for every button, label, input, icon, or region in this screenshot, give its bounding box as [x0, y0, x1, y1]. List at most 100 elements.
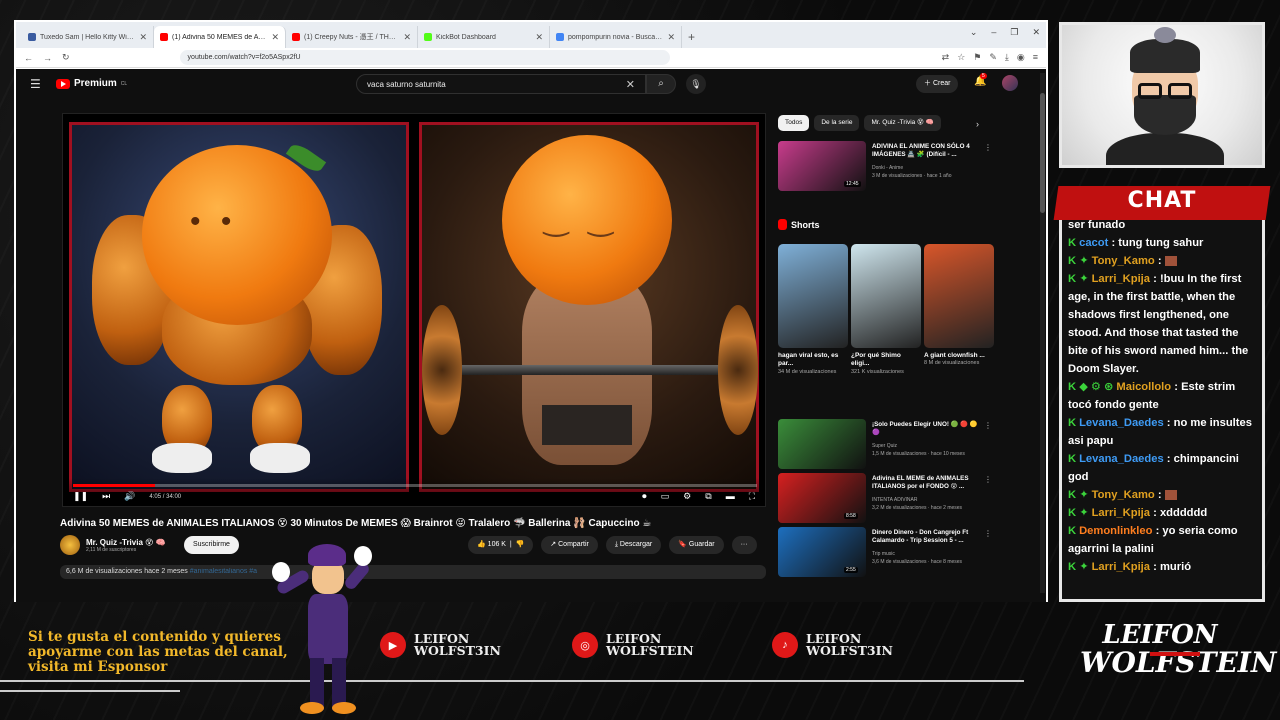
filter-chip[interactable]: Mr. Quiz -Trivia 😵 🧠 — [864, 115, 941, 131]
list-item[interactable]: 12:45 ADIVINA EL ANIME CON SÓLO 4 IMÁGENE… — [778, 141, 992, 191]
short-item[interactable]: A giant clownfish ... 8 M de visualizacio… — [924, 244, 994, 368]
progress-bar[interactable] — [73, 484, 757, 487]
avatar[interactable] — [1002, 75, 1018, 91]
autoplay-toggle[interactable]: ⏺ — [642, 491, 647, 502]
volume-icon[interactable]: 🔊 — [124, 491, 135, 502]
close-icon[interactable]: ✕ — [139, 32, 147, 43]
subscribe-button[interactable]: Suscribirme — [184, 536, 239, 554]
new-tab-button[interactable]: + — [682, 30, 701, 48]
browser-tab[interactable]: pompompurin novia - Buscar con Google ✕ — [550, 26, 682, 48]
browser-tab[interactable]: (1) Adivina 50 MEMES de ANIMA... ✕ — [154, 26, 286, 48]
video-player[interactable]: • • ‿ ‿ ❚❚ ⏭ 🔊 4:05 / 34:00 ⏺ ▭ ⚙ ⧉ ▬ ⛶ — [62, 113, 766, 507]
next-icon[interactable]: ⏭ — [102, 491, 110, 502]
chat-username[interactable]: cacot — [1079, 237, 1108, 249]
hashtags[interactable]: #animalesitalianos #a — [190, 568, 257, 575]
short-thumbnail[interactable] — [778, 244, 848, 348]
translate-icon[interactable]: ⇄ — [942, 52, 950, 63]
close-icon[interactable]: ✕ — [667, 32, 675, 43]
close-icon[interactable]: ✕ — [1032, 27, 1040, 38]
save-button[interactable]: 🔖 Guardar — [669, 536, 724, 554]
video-thumbnail[interactable] — [778, 419, 866, 469]
chat-username[interactable]: Maicollolo — [1116, 381, 1171, 393]
menu-dots-icon[interactable]: ≡ — [1033, 52, 1038, 63]
short-item[interactable]: hagan viral esto, es par... 34 M de visua… — [778, 244, 848, 376]
video-channel[interactable]: Trip music — [872, 551, 895, 557]
short-title[interactable]: A giant clownfish ... — [924, 352, 994, 360]
maximize-icon[interactable]: ❐ — [1010, 27, 1018, 38]
like-button[interactable]: 👍 106 K | 👎 — [468, 536, 534, 554]
youtube-logo[interactable]: Premium CL — [56, 78, 127, 89]
short-title[interactable]: hagan viral esto, es par... — [778, 352, 848, 369]
subtitles-icon[interactable]: ▭ — [661, 491, 670, 502]
channel-avatar[interactable] — [60, 535, 80, 555]
back-icon[interactable]: ← — [24, 53, 33, 63]
video-title[interactable]: ADIVINA EL ANIME CON SÓLO 4 IMÁGENES 🏯 🧩… — [872, 143, 980, 159]
video-title[interactable]: Adivina EL MEME de ANIMALES ITALIANOS po… — [872, 475, 980, 491]
miniplayer-icon[interactable]: ⧉ — [705, 491, 711, 502]
filter-chip[interactable]: Todos — [778, 115, 810, 131]
video-title[interactable]: Dinero Dinero - Don Cangrejo Ft Calamard… — [872, 529, 980, 545]
short-title[interactable]: ¿Por qué Shimo eligi... — [851, 352, 921, 369]
video-channel[interactable]: Donki - Anime — [872, 165, 903, 171]
profile-icon[interactable]: ◉ — [1017, 52, 1025, 63]
browser-tab[interactable]: Tuxedo Sam | Hello Kitty Wiki | Fandom✕ — [22, 26, 154, 48]
channel-name[interactable]: Mr. Quiz -Trivia 😵 🧠 — [86, 538, 166, 547]
chat-username[interactable]: Tony_Kamo — [1092, 255, 1155, 267]
description-box[interactable]: 6,6 M de visualizaciones hace 2 meses #a… — [60, 565, 766, 579]
create-label: Crear — [932, 80, 951, 87]
close-icon[interactable]: ✕ — [535, 32, 543, 43]
close-icon[interactable]: ✕ — [271, 32, 279, 43]
download-icon[interactable]: ⤓ — [1005, 52, 1009, 63]
short-thumbnail[interactable] — [851, 244, 921, 348]
url-field[interactable]: youtube.com/watch?v=f2o5ASpx2fU — [179, 50, 670, 65]
page-scrollbar[interactable] — [1040, 73, 1045, 593]
thumbs-down-icon[interactable]: 👎 — [516, 541, 525, 548]
chat-username[interactable]: Levana_Daedes — [1079, 417, 1164, 429]
forward-icon[interactable]: → — [43, 53, 52, 63]
short-thumbnail[interactable] — [924, 244, 994, 348]
pause-icon[interactable]: ❚❚ — [73, 491, 88, 502]
chat-username[interactable]: Larri_Kpija — [1092, 273, 1150, 285]
minimize-icon[interactable]: – — [991, 27, 996, 38]
video-channel[interactable]: Super Quiz — [872, 443, 897, 449]
video-title[interactable]: ¡Solo Puedes Elegir UNO! 🟢 🔴 🟡 🟣 — [872, 421, 980, 437]
more-options-icon[interactable]: ⋮ — [984, 421, 992, 430]
more-actions-button[interactable]: ··· — [731, 536, 757, 554]
more-options-icon[interactable]: ⋮ — [984, 143, 992, 152]
chevron-down-icon[interactable]: ⌄ — [970, 27, 978, 38]
search-input[interactable]: vaca saturno saturnita ✕ — [356, 74, 646, 94]
hamburger-menu-icon[interactable]: ☰ — [30, 77, 41, 91]
video-channel[interactable]: INTENTA ADIVINAR — [872, 497, 917, 503]
chat-username[interactable]: Larri_Kpija — [1092, 507, 1150, 519]
browser-tab[interactable]: KickBot Dashboard ✕ — [418, 26, 550, 48]
extension-icon[interactable]: ⚑ — [973, 52, 981, 63]
more-options-icon[interactable]: ⋮ — [984, 475, 992, 484]
reload-icon[interactable]: ↻ — [62, 52, 70, 63]
clear-search-icon[interactable]: ✕ — [626, 78, 635, 91]
search-button[interactable]: ⌕ — [646, 74, 676, 94]
list-item[interactable]: ¡Solo Puedes Elegir UNO! 🟢 🔴 🟡 🟣 Super Qu… — [778, 419, 992, 469]
theater-icon[interactable]: ▬ — [726, 491, 735, 502]
short-item[interactable]: ¿Por qué Shimo eligi... 321 K visualizaci… — [851, 244, 921, 376]
more-options-icon[interactable]: ⋮ — [984, 529, 992, 538]
chat-username[interactable]: Levana_Daedes — [1079, 453, 1164, 465]
browser-tab[interactable]: (1) Creepy Nuts - 憑王 / THE FIRST✕ — [286, 26, 418, 48]
settings-icon[interactable]: ⚙ — [683, 491, 691, 502]
pin-icon[interactable]: ✎ — [989, 52, 997, 63]
chat-username[interactable]: Demonlinkleo — [1079, 525, 1152, 537]
chat-username[interactable]: Larri_Kpija — [1092, 561, 1150, 573]
list-item[interactable]: 2:55 Dinero Dinero - Don Cangrejo Ft Cala… — [778, 527, 992, 577]
close-icon[interactable]: ✕ — [403, 32, 411, 43]
list-item[interactable]: 8:58 Adivina EL MEME de ANIMALES ITALIANO… — [778, 473, 992, 523]
chevron-right-icon[interactable]: › — [976, 119, 979, 129]
chat-username[interactable]: Tony_Kamo — [1092, 489, 1155, 501]
fullscreen-icon[interactable]: ⛶ — [749, 491, 755, 502]
voice-search-icon[interactable]: 🎙 — [686, 74, 706, 94]
scrollbar-thumb[interactable] — [1040, 93, 1045, 213]
star-icon[interactable]: ☆ — [957, 52, 965, 63]
download-button[interactable]: ⤓ Descargar — [605, 536, 662, 554]
notifications-icon[interactable]: 🔔 5 — [974, 73, 987, 87]
filter-chip[interactable]: De la serie — [814, 115, 860, 131]
share-button[interactable]: ↗ Compartir — [541, 536, 598, 554]
create-button[interactable]: ＋ Crear — [916, 75, 959, 93]
